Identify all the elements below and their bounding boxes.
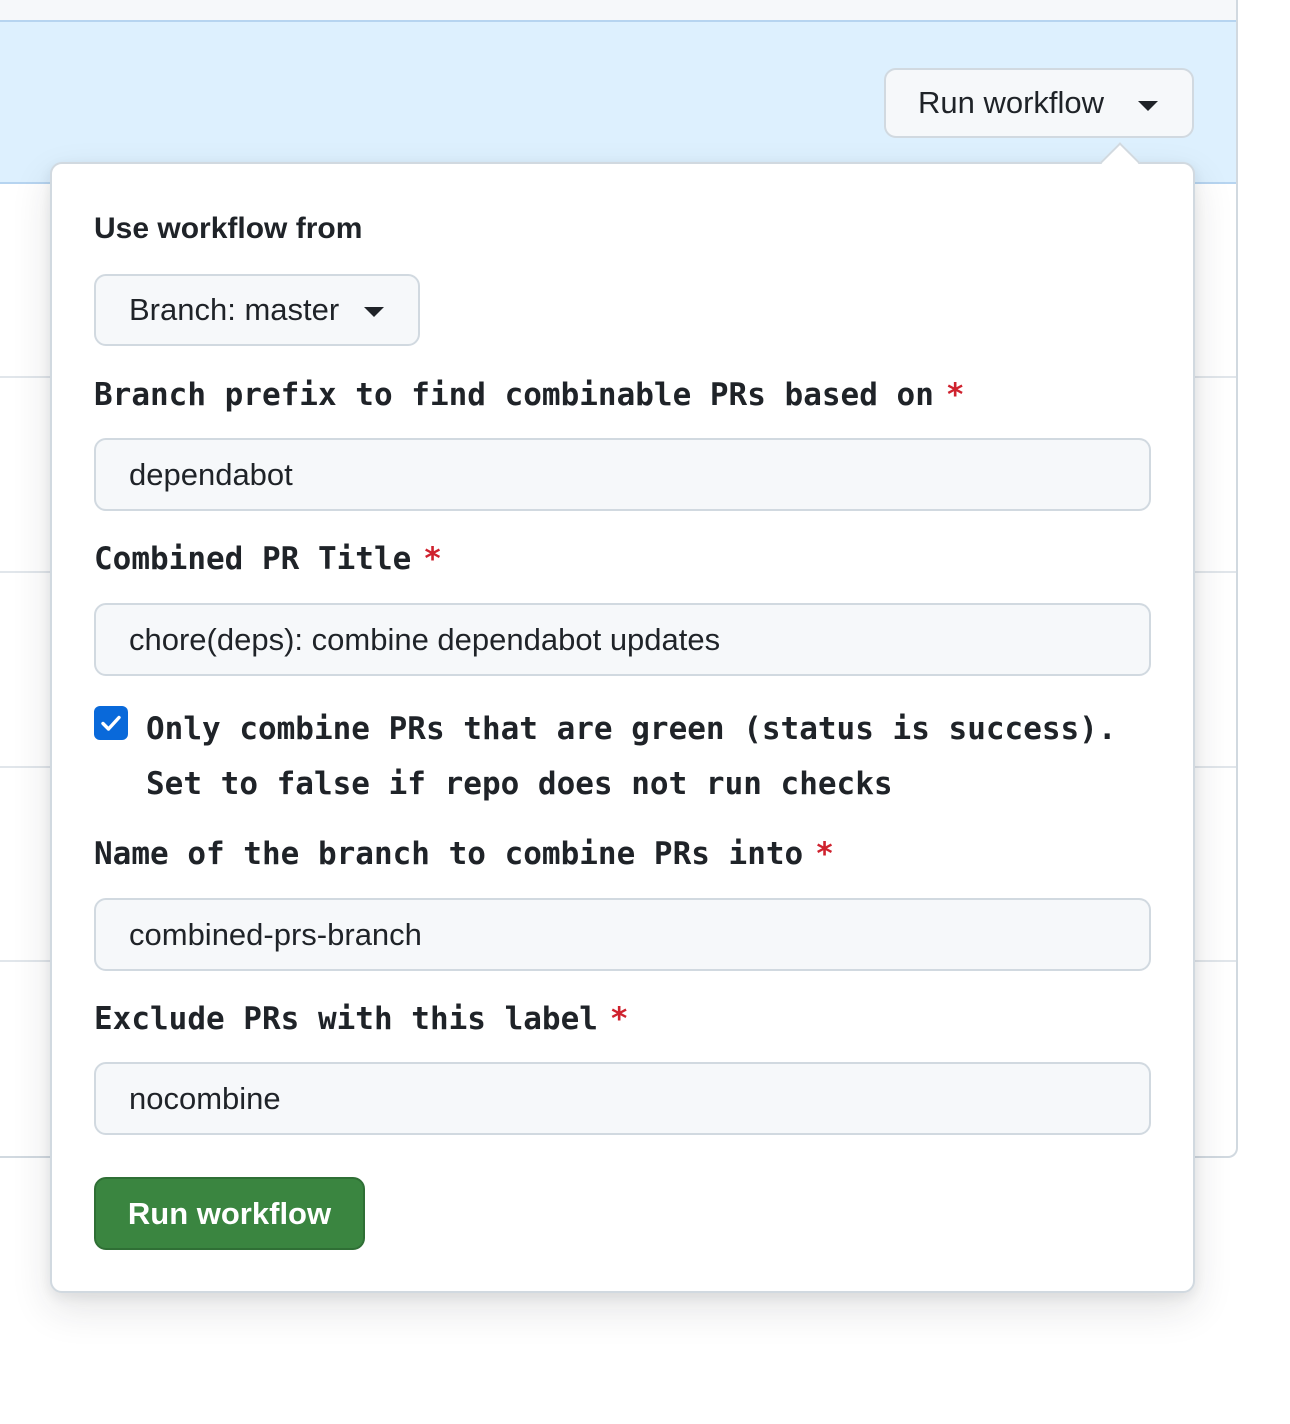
chevron-down-icon	[364, 307, 384, 317]
checkbox-label-line1: Only combine PRs that are green (status …	[146, 711, 1117, 747]
combined-pr-title-label-text: Combined PR Title	[94, 541, 412, 577]
exclude-label-input[interactable]	[94, 1062, 1151, 1135]
branch-select-button[interactable]: Branch: master	[94, 274, 420, 346]
required-asterisk: *	[945, 377, 965, 413]
combined-pr-title-input[interactable]	[94, 603, 1151, 676]
stage: Run workflow Use workflow from Branch: m…	[0, 0, 1290, 1424]
use-workflow-from-title: Use workflow from	[94, 212, 363, 245]
run-workflow-submit-button[interactable]: Run workflow	[94, 1177, 365, 1250]
combine-branch-name-label-text: Name of the branch to combine PRs into	[94, 836, 804, 872]
required-asterisk: *	[815, 836, 834, 872]
run-workflow-dropdown-label: Run workflow	[918, 85, 1105, 120]
exclude-label-label: Exclude PRs with this label *	[94, 1001, 629, 1037]
exclude-label-label-text: Exclude PRs with this label	[94, 1001, 598, 1037]
only-green-checkbox[interactable]	[94, 706, 128, 740]
branch-prefix-input[interactable]	[94, 438, 1151, 511]
branch-prefix-label: Branch prefix to find combinable PRs bas…	[94, 377, 965, 413]
chevron-down-icon	[1138, 101, 1158, 111]
branch-prefix-label-text: Branch prefix to find combinable PRs bas…	[94, 377, 934, 413]
run-workflow-dropdown-button[interactable]: Run workflow	[884, 68, 1194, 138]
combined-pr-title-label: Combined PR Title *	[94, 541, 442, 577]
required-asterisk: *	[423, 541, 442, 577]
branch-select-label: Branch: master	[129, 292, 340, 327]
combine-branch-name-label: Name of the branch to combine PRs into *	[94, 836, 834, 872]
only-green-checkbox-label: Only combine PRs that are green (status …	[146, 702, 1117, 812]
combine-branch-name-input[interactable]	[94, 898, 1151, 971]
checkbox-label-line2: Set to false if repo does not run checks	[146, 766, 893, 802]
checkmark-icon	[101, 715, 121, 731]
background-top-strip	[0, 0, 1236, 22]
required-asterisk: *	[609, 1001, 629, 1037]
